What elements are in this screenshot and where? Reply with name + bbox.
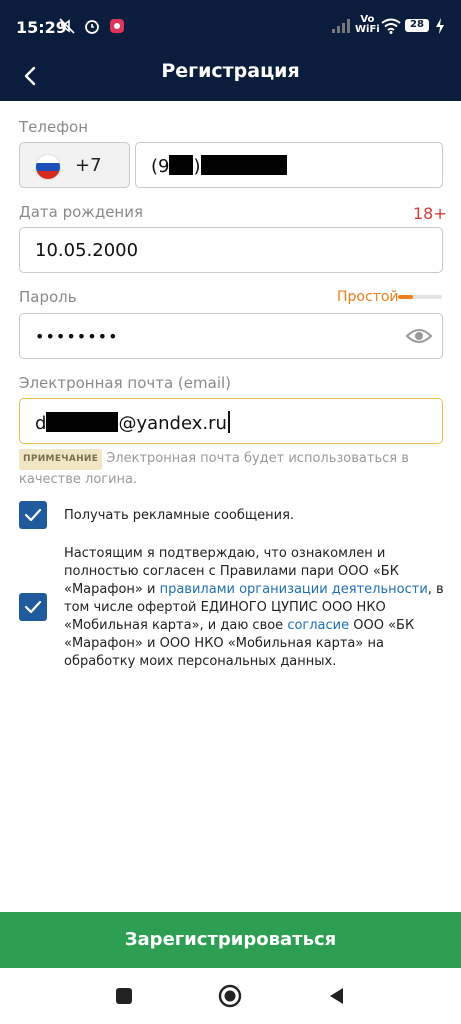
birthdate-input[interactable]: 10.05.2000 (19, 227, 443, 273)
ads-checkbox[interactable] (19, 501, 47, 529)
page-title: Регистрация (161, 60, 300, 82)
app-notification-icon (108, 16, 126, 36)
password-value: •••••••• (35, 327, 119, 346)
email-prefix: d (35, 413, 47, 434)
phone-label: Телефон (19, 118, 89, 136)
rules-link[interactable]: правилами организации деятельности (160, 582, 428, 597)
birthdate-value: 10.05.2000 (35, 240, 139, 261)
redacted-block (200, 155, 287, 175)
alarm-icon (82, 16, 102, 36)
vowifi-indicator: Vo WiFi (355, 15, 380, 35)
age-badge: 18+ (413, 204, 447, 223)
email-suffix: @yandex.ru (118, 413, 227, 434)
birthdate-label: Дата рождения (19, 203, 143, 221)
password-input[interactable]: •••••••• (19, 313, 443, 359)
text-caret (227, 411, 230, 433)
home-circle-icon[interactable] (218, 984, 242, 1008)
back-triangle-icon[interactable] (325, 984, 349, 1008)
email-input[interactable]: d @yandex.ru (19, 398, 443, 444)
email-note: ПРИМЕЧАНИЕ Электронная почта будет исполь… (19, 449, 419, 489)
consent-link[interactable]: согласие (287, 618, 349, 633)
battery-icon: 28 (405, 19, 429, 32)
phone-value: (9) (151, 155, 287, 177)
wifi-text: WiFi (355, 24, 380, 35)
signal-icon (331, 16, 351, 36)
recents-square-icon[interactable] (112, 984, 136, 1008)
ads-consent-text: Получать рекламные сообщения. (64, 508, 295, 523)
eye-icon[interactable] (405, 326, 433, 346)
password-strength-bar (398, 295, 442, 299)
wifi-icon (380, 16, 402, 36)
terms-consent-text: Настоящим я подтверждаю, что ознакомлен … (64, 545, 446, 671)
email-value: d @yandex.ru (35, 411, 230, 434)
register-button[interactable]: Зарегистрироваться (0, 912, 461, 968)
app-bar: Регистрация (0, 55, 461, 101)
charging-icon (434, 16, 446, 36)
system-nav-bar (0, 968, 461, 1024)
checkmark-icon (24, 508, 42, 522)
phone-prefix: (9 (151, 156, 170, 177)
email-label: Электронная почта (email) (19, 374, 231, 392)
redacted-block (169, 155, 194, 175)
country-code: +7 (75, 155, 102, 176)
password-label: Пароль (19, 288, 77, 306)
phone-mid: ) (193, 156, 201, 177)
country-code-select[interactable]: +7 (19, 142, 130, 188)
russia-flag-icon (35, 154, 61, 180)
mute-icon (57, 16, 77, 36)
note-badge: ПРИМЕЧАНИЕ (19, 449, 103, 470)
password-strength-text: Простой (337, 289, 399, 305)
status-bar: 15:29 Vo WiFi 28 (0, 0, 461, 55)
password-strength-fill (398, 295, 414, 299)
phone-input[interactable]: (9) (135, 142, 443, 188)
checkmark-icon (24, 600, 42, 614)
redacted-block (46, 412, 119, 432)
terms-checkbox[interactable] (19, 593, 47, 621)
